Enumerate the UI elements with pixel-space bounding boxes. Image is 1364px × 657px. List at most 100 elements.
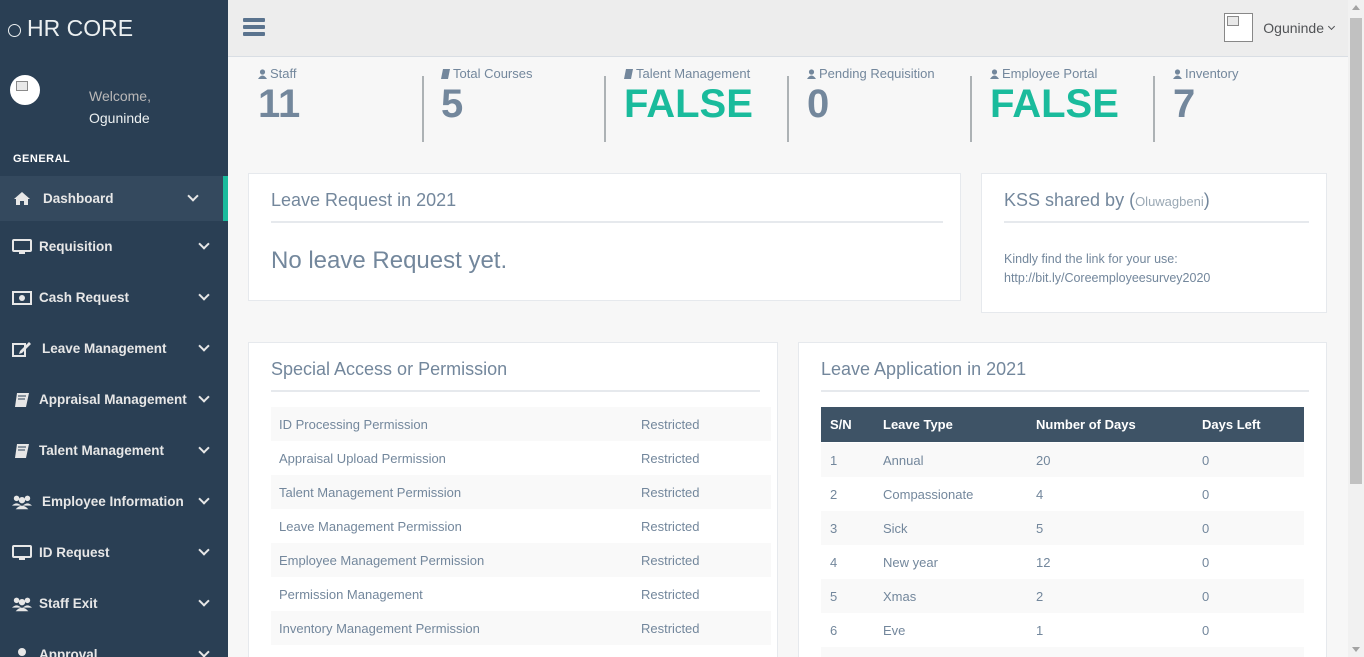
chevron-down-icon [198, 442, 210, 454]
sidebar-item-staff-exit[interactable]: Staff Exit [0, 578, 228, 629]
tile-total-courses: Total Courses 5 [441, 66, 532, 146]
sidebar-item-employee-information[interactable]: Employee Information [0, 476, 228, 527]
user-icon [990, 68, 999, 79]
permission-name: Leave Management Permission [279, 518, 462, 534]
table-cell: 4 [830, 554, 838, 570]
column-header: S/N [830, 417, 852, 432]
table-cell: 0 [1202, 588, 1210, 604]
kss-author: Oluwagbeni [1135, 194, 1204, 209]
table-row [821, 647, 1304, 657]
panel-divider [271, 390, 760, 392]
user-icon [807, 68, 816, 79]
book-icon [12, 443, 32, 459]
table-row: 2 Compassionate 4 0 [821, 477, 1304, 511]
tile-inventory: Inventory 7 [1173, 66, 1238, 146]
scrollbar-thumb[interactable] [1350, 18, 1362, 484]
table-cell: 4 [1036, 486, 1044, 502]
permission-status: Restricted [641, 586, 700, 602]
page-scrollbar[interactable] [1348, 0, 1364, 657]
table-row: 1 Annual 20 0 [821, 443, 1304, 477]
sidebar-item-cash-request[interactable]: Cash Request [0, 272, 228, 323]
tile-label: Pending Requisition [819, 66, 935, 81]
tile-talent-management: Talent Management FALSE [624, 66, 753, 146]
permission-name: ID Processing Permission [279, 416, 428, 432]
welcome-label: Welcome, [89, 88, 151, 104]
permission-status: Restricted [641, 484, 700, 500]
desktop-icon [12, 544, 32, 561]
table-row: Permission Management Restricted [271, 577, 771, 611]
tile-divider [422, 76, 424, 142]
edit-icon [12, 341, 32, 357]
chevron-down-icon [198, 646, 210, 657]
tile-employee-portal: Employee Portal FALSE [990, 66, 1119, 146]
sidebar-item-requisition[interactable]: Requisition [0, 221, 228, 272]
top-navbar: Oguninde [228, 0, 1348, 57]
chevron-down-icon [198, 493, 210, 505]
permission-name: Permission Management [279, 586, 423, 602]
table-cell: Sick [883, 520, 908, 536]
sidebar-item-leave-management[interactable]: Leave Management [0, 323, 228, 374]
table-cell: 6 [830, 622, 838, 638]
permission-status: Restricted [641, 620, 700, 636]
sidebar-item-appraisal-management[interactable]: Appraisal Management [0, 374, 228, 425]
table-cell: Xmas [883, 588, 917, 604]
tile-staff: Staff 11 [258, 66, 300, 146]
user-name: Oguninde [1263, 19, 1324, 36]
empty-message: No leave Request yet. [271, 247, 508, 274]
table-cell: 3 [830, 520, 838, 536]
table-cell: New year [883, 554, 938, 570]
brand[interactable]: HR CORE [0, 0, 228, 57]
sidebar-item-dashboard[interactable]: Dashboard [0, 176, 228, 221]
tile-divider [970, 76, 972, 142]
kss-panel: KSS shared by (Oluwagbeni) Kindly find t… [981, 173, 1327, 313]
table-cell: 5 [830, 588, 838, 604]
kss-body: Kindly find the link for your use: http:… [1004, 250, 1210, 288]
scroll-down-icon[interactable] [1352, 647, 1360, 652]
panel-title: Leave Request in 2021 [271, 190, 457, 210]
brand-title: HR CORE [27, 15, 134, 41]
table-row: ID Processing Permission Restricted [271, 407, 771, 441]
menu-section-title: GENERAL [13, 153, 71, 165]
sidebar-item-label: Talent Management [39, 443, 165, 458]
book-icon [441, 68, 450, 79]
sidebar-item-label: Approval [39, 647, 98, 657]
tile-label: Inventory [1185, 66, 1239, 81]
menu-toggle-icon[interactable] [243, 18, 265, 36]
sidebar-item-label: Leave Management [42, 341, 167, 356]
sidebar-item-label: Cash Request [39, 290, 130, 305]
profile: Welcome, Oguninde [0, 57, 228, 142]
sidebar-item-label: Requisition [39, 239, 113, 254]
sidebar-item-talent-management[interactable]: Talent Management [0, 425, 228, 476]
table-cell: 0 [1202, 622, 1210, 638]
tile-label: Talent Management [636, 66, 751, 81]
sidebar-item-label: Employee Information [42, 494, 184, 509]
panel-divider [271, 221, 943, 223]
table-cell: 0 [1202, 554, 1210, 570]
sidebar-item-label: ID Request [39, 545, 110, 560]
tile-value: 7 [1173, 82, 1196, 126]
chevron-down-icon [198, 340, 210, 352]
kss-message: Kindly find the link for your use: [1004, 252, 1178, 266]
money-icon [12, 290, 32, 306]
table-cell: 0 [1202, 486, 1210, 502]
table-row: 3 Sick 5 0 [821, 511, 1304, 545]
tile-value: FALSE [990, 82, 1119, 126]
sidebar-item-id-request[interactable]: ID Request [0, 527, 228, 578]
chevron-down-icon [198, 289, 210, 301]
table-cell: 1 [830, 452, 838, 468]
table-row: 4 New year 12 0 [821, 545, 1304, 579]
tile-value: FALSE [624, 82, 753, 126]
tile-pending-requisition: Pending Requisition 0 [807, 66, 935, 146]
caret-down-icon [1327, 22, 1336, 30]
kss-link[interactable]: http://bit.ly/Coreemployeesurvey2020 [1004, 269, 1210, 288]
tile-label: Staff [270, 66, 297, 81]
permission-name: Employee Management Permission [279, 552, 485, 568]
chevron-down-icon [198, 544, 210, 556]
scroll-up-icon[interactable] [1352, 5, 1360, 10]
table-cell: Annual [883, 452, 924, 468]
sidebar-item-approval[interactable]: Approval [0, 629, 228, 657]
kss-title-prefix: KSS shared by ( [1004, 190, 1136, 210]
profile-name: Oguninde [89, 110, 150, 126]
circle-icon [8, 23, 21, 37]
user-dropdown[interactable]: Oguninde [1224, 13, 1336, 42]
